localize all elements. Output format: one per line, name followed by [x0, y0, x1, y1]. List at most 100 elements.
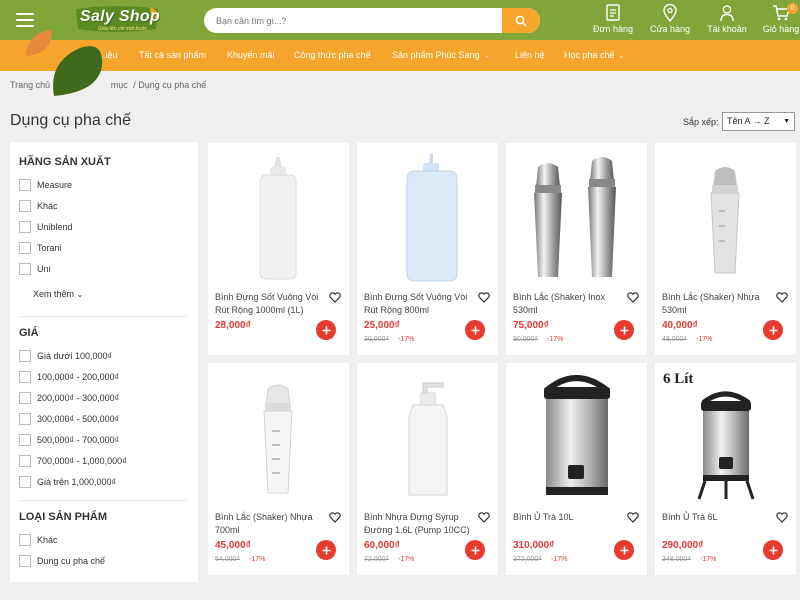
product-card[interactable]: 6 Lít Bình Ủ Trà 6L 290,000₫ 348,000₫ -1…	[655, 363, 796, 575]
stores-link[interactable]: Cửa hàng	[645, 4, 695, 34]
product-card[interactable]: Bình Nhựa Đựng Syrup Đường 1.6L (Pump 10…	[357, 363, 498, 575]
heart-icon[interactable]	[478, 512, 490, 523]
product-card[interactable]: Bình Lắc (Shaker) Inox 530ml 75,000₫ 90,…	[506, 143, 647, 355]
main-nav: ...iệu Tất cả sản phẩm Khuyến mãi Công t…	[0, 40, 800, 71]
nav-item-all-products[interactable]: Tất cả sản phẩm	[139, 50, 206, 60]
heart-icon[interactable]	[776, 512, 788, 523]
checkbox[interactable]	[19, 179, 31, 191]
add-to-cart-button[interactable]	[465, 540, 485, 560]
filter-price[interactable]: 700,000₫ - 1,000,000₫	[19, 454, 127, 468]
filter-manufacturer[interactable]: Uni	[19, 262, 51, 276]
cart-link[interactable]: 0 Giỏ hàng	[756, 3, 800, 34]
plus-icon	[620, 546, 628, 554]
checkbox[interactable]	[19, 392, 31, 404]
manufacturer-title: Hãng sản xuất	[19, 156, 111, 168]
checkbox[interactable]	[19, 534, 31, 546]
add-to-cart-button[interactable]	[316, 320, 336, 340]
heart-icon[interactable]	[478, 292, 490, 303]
filter-type[interactable]: Dụng cụ pha chế	[19, 554, 105, 568]
checkbox[interactable]	[19, 350, 31, 362]
user-icon	[720, 5, 734, 22]
account-link[interactable]: Tài khoản	[702, 4, 752, 34]
filter-price[interactable]: 100,000₫ - 200,000₫	[19, 370, 119, 384]
logo-text: Saly Shop	[80, 8, 161, 25]
product-card[interactable]: Bình Đựng Sốt Vuông Vòi Rút Rộng 800ml 2…	[357, 143, 498, 355]
divider	[19, 316, 187, 317]
product-card[interactable]: Bình Lắc (Shaker) Nhựa 530ml 40,000₫ 48,…	[655, 143, 796, 355]
product-name[interactable]: Bình Ủ Trà 6L	[662, 511, 774, 524]
nav-item-contact[interactable]: Liên hệ	[515, 50, 545, 60]
product-name[interactable]: Bình Ủ Trà 10L	[513, 511, 625, 524]
product-price: 25,000₫	[364, 320, 400, 331]
filter-manufacturer[interactable]: Khác	[19, 199, 58, 213]
product-name[interactable]: Bình Đựng Sốt Vuông Vòi Rút Rộng 800ml	[364, 291, 476, 317]
top-header: Saly Shop Giàu lên chỉ một bước Đơn hàng…	[0, 0, 800, 40]
search-input[interactable]	[204, 8, 502, 33]
sort-select[interactable]: Tên A → Z ▼	[722, 112, 795, 131]
stores-label: Cửa hàng	[649, 24, 691, 34]
product-old-price: 348,000₫	[662, 556, 691, 563]
product-old-price: 30,000₫	[364, 336, 390, 343]
bottle-white-icon	[259, 157, 297, 280]
see-more-link[interactable]: Xem thêm ⌄	[33, 289, 83, 299]
product-name[interactable]: Bình Lắc (Shaker) Inox 530ml	[513, 291, 625, 317]
checkbox[interactable]	[19, 263, 31, 275]
checkbox[interactable]	[19, 242, 31, 254]
heart-icon[interactable]	[627, 512, 639, 523]
add-to-cart-button[interactable]	[465, 320, 485, 340]
checkbox[interactable]	[19, 476, 31, 488]
heart-icon[interactable]	[329, 512, 341, 523]
filter-manufacturer[interactable]: Uniblend	[19, 220, 73, 234]
product-old-price: 48,000₫	[662, 336, 688, 343]
product-discount: -17%	[249, 556, 266, 563]
add-to-cart-button[interactable]	[763, 540, 783, 560]
checkbox[interactable]	[19, 434, 31, 446]
product-discount: -17%	[551, 556, 568, 563]
breadcrumb: Trang chủ mục / Dụng cụ pha chế	[10, 80, 206, 90]
nav-item-promotions[interactable]: Khuyến mãi	[227, 50, 275, 60]
checkbox[interactable]	[19, 413, 31, 425]
heart-icon[interactable]	[776, 292, 788, 303]
chevron-down-icon: ⌄	[76, 290, 84, 299]
heart-icon[interactable]	[329, 292, 341, 303]
add-to-cart-button[interactable]	[763, 320, 783, 340]
checkbox[interactable]	[19, 200, 31, 212]
filter-type[interactable]: Khác	[19, 533, 58, 547]
checkbox[interactable]	[19, 555, 31, 567]
filter-price[interactable]: Giá trên 1,000,000₫	[19, 475, 116, 489]
product-name[interactable]: Bình Lắc (Shaker) Nhựa 530ml	[662, 291, 774, 317]
breadcrumb-home[interactable]: Trang chủ	[10, 80, 50, 90]
search-button[interactable]	[502, 8, 540, 33]
shaker-clear-icon	[263, 384, 293, 494]
product-card[interactable]: Bình Lắc (Shaker) Nhựa 700ml 45,000₫ 54,…	[208, 363, 349, 575]
breadcrumb-category[interactable]: mục	[111, 80, 128, 90]
checkbox[interactable]	[19, 221, 31, 233]
product-name[interactable]: Bình Đựng Sốt Vuông Vòi Rút Rộng 1000ml …	[215, 291, 327, 317]
plus-icon	[769, 326, 777, 334]
shaker-steel-icon	[534, 157, 616, 277]
product-price: 40,000₫	[662, 320, 698, 331]
filter-price[interactable]: Giá dưới 100,000₫	[19, 349, 112, 363]
heart-icon[interactable]	[627, 292, 639, 303]
product-name[interactable]: Bình Lắc (Shaker) Nhựa 700ml	[215, 511, 327, 537]
filter-manufacturer[interactable]: Measure	[19, 178, 72, 192]
product-card[interactable]: Bình Đựng Sốt Vuông Vòi Rút Rộng 1000ml …	[208, 143, 349, 355]
add-to-cart-button[interactable]	[614, 540, 634, 560]
checkbox[interactable]	[19, 371, 31, 383]
filter-price[interactable]: 300,000₫ - 500,000₫	[19, 412, 119, 426]
menu-icon[interactable]	[16, 13, 34, 27]
orders-icon	[606, 4, 620, 21]
product-card[interactable]: Bình Ủ Trà 10L 310,000₫ 372,000₫ -17%	[506, 363, 647, 575]
nav-item-barista-class[interactable]: Học pha chế ⌄	[564, 50, 624, 60]
checkbox[interactable]	[19, 455, 31, 467]
nav-item-recipes[interactable]: Công thức pha chế	[294, 50, 371, 60]
product-price: 45,000₫	[215, 540, 251, 551]
filter-price[interactable]: 200,000₫ - 300,000₫	[19, 391, 119, 405]
nav-item-phuc-sang[interactable]: Sản phẩm Phúc Sang ⌄	[392, 50, 489, 60]
add-to-cart-button[interactable]	[614, 320, 634, 340]
orders-link[interactable]: Đơn hàng	[588, 4, 638, 34]
filter-price[interactable]: 500,000₫ - 700,000₫	[19, 433, 119, 447]
filter-manufacturer[interactable]: Torani	[19, 241, 62, 255]
product-name[interactable]: Bình Nhựa Đựng Syrup Đường 1.6L (Pump 10…	[364, 511, 476, 537]
add-to-cart-button[interactable]	[316, 540, 336, 560]
